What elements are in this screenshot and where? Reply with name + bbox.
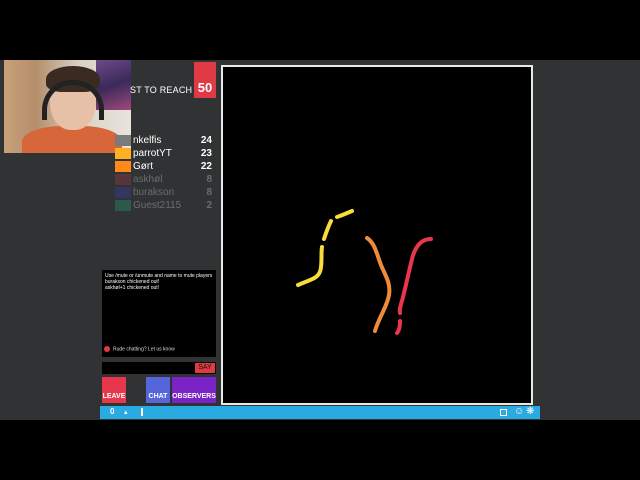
- player-color-swatch: [115, 174, 131, 185]
- scoreboard-row: nkelfis 24: [113, 134, 215, 147]
- scoreboard-row: burakson 8: [113, 186, 215, 199]
- trail-red-1: [397, 237, 433, 315]
- user-icon[interactable]: ☺: [514, 406, 524, 418]
- chat-warning[interactable]: Rude chatting? Let us know: [104, 346, 175, 352]
- status-count: 0: [110, 407, 115, 416]
- fullscreen-icon[interactable]: [500, 409, 507, 416]
- signal-icon: ▴: [124, 409, 128, 416]
- trail-red-2: [395, 319, 402, 335]
- goal-label: ST TO REACH: [130, 85, 193, 95]
- player-score: 24: [200, 135, 212, 146]
- player-color-swatch: [115, 135, 131, 146]
- chat-log: Use /mute or /unmute and name to mute pl…: [102, 270, 216, 357]
- chat-warning-text: Rude chatting? Let us know: [113, 346, 175, 353]
- player-name: Gørt: [133, 161, 153, 172]
- scoreboard-row: Guest2115 2: [113, 199, 215, 212]
- player-score: 23: [200, 148, 212, 159]
- say-button[interactable]: SAY: [195, 363, 215, 373]
- scoreboard-row: Gørt 22: [113, 160, 215, 173]
- goal-value: 50: [194, 62, 216, 98]
- trail-yellow-2: [322, 219, 333, 241]
- player-score: 8: [206, 174, 212, 185]
- scoreboard-row: askhøl 8: [113, 173, 215, 186]
- chat-button[interactable]: CHAT: [146, 377, 170, 403]
- player-name: burakson: [133, 187, 175, 198]
- trail-yellow-3: [335, 209, 354, 219]
- player-color-swatch: [115, 148, 131, 159]
- player-score: 22: [200, 161, 212, 172]
- status-bar: 0 ▴ ☺ ❋: [100, 406, 540, 419]
- scoreboard-row: parrotYT 23: [113, 147, 215, 160]
- warning-icon: [104, 346, 110, 352]
- observers-button[interactable]: OBSERVERS: [172, 377, 216, 403]
- game-arena[interactable]: [221, 65, 533, 405]
- player-name: parrotYT: [133, 148, 172, 159]
- player-name: askhøl: [133, 174, 163, 185]
- player-name: Guest2115: [133, 200, 182, 211]
- webcam-overlay: [4, 60, 131, 153]
- chat-input[interactable]: SAY: [102, 362, 216, 374]
- bottom-letterbox: [0, 420, 640, 480]
- webcam-hoodie: [22, 126, 122, 153]
- trail-yellow-1: [296, 245, 324, 287]
- player-name: nkelfis: [133, 135, 162, 146]
- leave-button[interactable]: LEAVE: [102, 377, 126, 403]
- arena-canvas: [296, 209, 433, 335]
- gear-icon[interactable]: ❋: [526, 406, 534, 418]
- scoreboard: nkelfis 24 parrotYT 23 Gørt 22 askhøl 8 burakson…: [113, 134, 215, 212]
- player-score: 8: [206, 187, 212, 198]
- player-color-swatch: [115, 161, 131, 172]
- trail-orange: [365, 236, 392, 333]
- player-color-swatch: [115, 200, 131, 211]
- chat-line: askhøl+1 chickened out!: [105, 285, 160, 291]
- top-letterbox: [0, 0, 640, 60]
- separator-icon: [141, 408, 143, 416]
- player-score: 2: [206, 200, 212, 211]
- player-color-swatch: [115, 187, 131, 198]
